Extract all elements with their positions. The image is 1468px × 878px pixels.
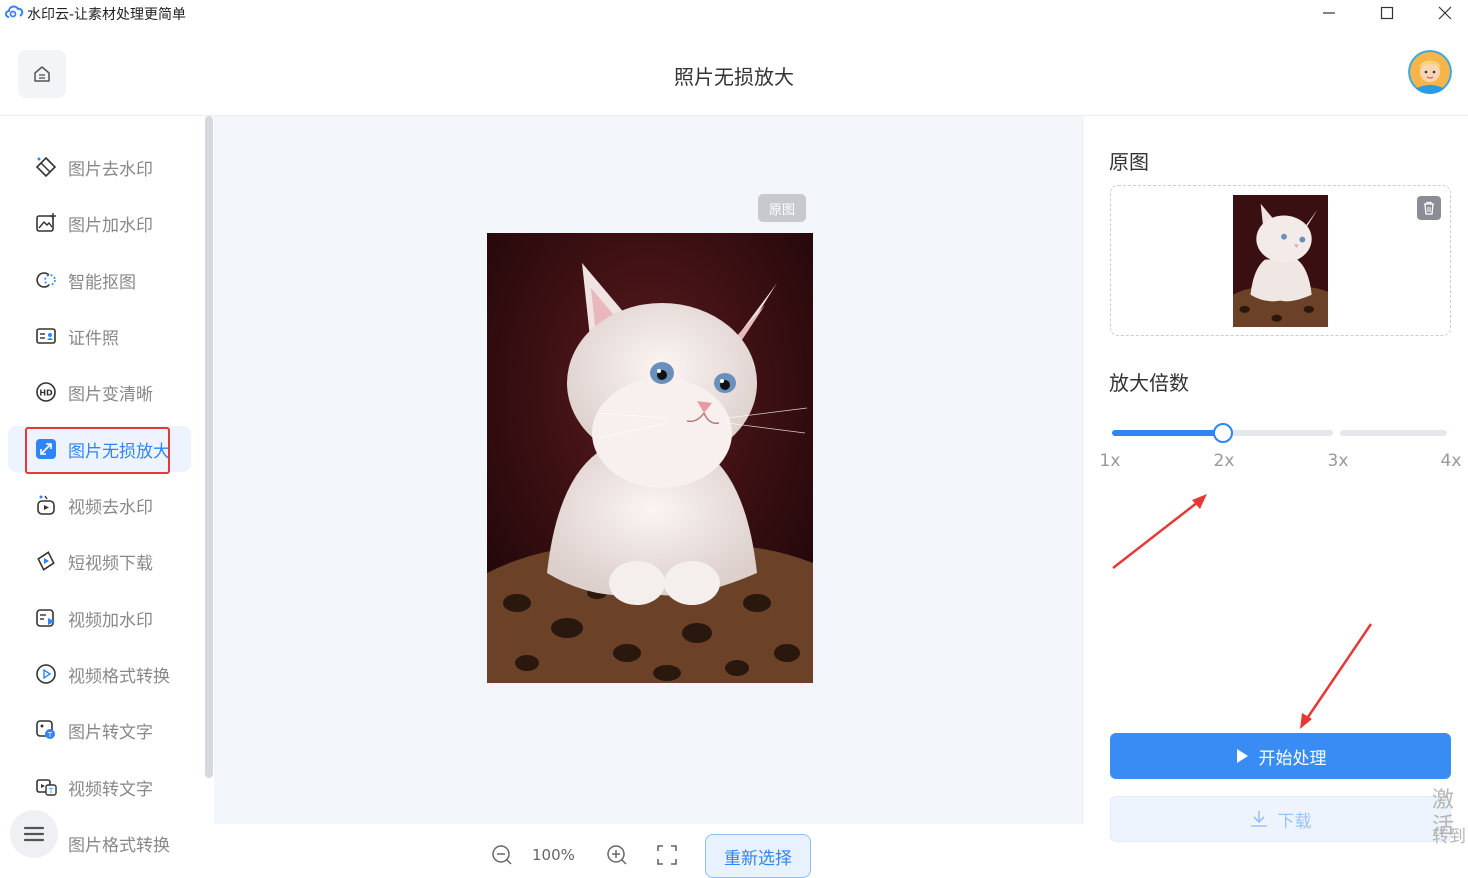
reselect-button[interactable]: 重新选择: [705, 834, 811, 878]
activation-watermark-subtext: 转到: [1432, 827, 1466, 847]
slider-segment: [1340, 430, 1447, 436]
svg-text:T: T: [47, 731, 53, 739]
original-thumbnail: [1233, 195, 1328, 327]
preview-canvas: 原图: [214, 116, 1084, 824]
sidebar-scrollbar[interactable]: [205, 116, 213, 778]
trash-icon: [1424, 201, 1434, 215]
sidebar-item-image-enlarge[interactable]: 图片无损放大: [8, 426, 191, 472]
svg-text:HD: HD: [39, 389, 53, 398]
menu-icon: [23, 826, 45, 842]
scale-heading: 放大倍数: [1109, 371, 1189, 395]
app-header: 照片无损放大: [0, 26, 1468, 116]
preview-toolbar: 100% 重新选择: [214, 824, 1084, 878]
eraser-icon: [34, 155, 58, 179]
scale-slider[interactable]: [1110, 418, 1450, 448]
sidebar-item-smart-cutout[interactable]: 智能抠图: [8, 257, 191, 303]
cutout-icon: [34, 268, 58, 292]
scale-option-1x[interactable]: 1x: [1090, 451, 1130, 471]
scale-option-4x[interactable]: 4x: [1431, 451, 1468, 471]
sidebar-item-video-add-watermark[interactable]: 视频加水印: [8, 595, 191, 641]
sidebar-item-image-add-watermark[interactable]: 图片加水印: [8, 200, 191, 246]
sidebar-item-video-remove-watermark[interactable]: 视频去水印: [8, 482, 191, 528]
scale-option-3x[interactable]: 3x: [1318, 451, 1358, 471]
fullscreen-icon: [657, 845, 677, 865]
sidebar-item-label: 图片转文字: [68, 722, 153, 743]
sidebar: 图片去水印 图片加水印 智能抠图 证件照 HD 图片变清晰 图片无损放大 视频去…: [0, 116, 214, 872]
maximize-icon: [1380, 6, 1394, 20]
sidebar-item-id-photo[interactable]: 证件照: [8, 313, 191, 359]
sidebar-item-image-to-text[interactable]: T 图片转文字: [8, 707, 191, 753]
preview-image: [487, 233, 813, 683]
minimize-icon: [1323, 12, 1335, 14]
page-title: 照片无损放大: [674, 65, 794, 89]
id-card-icon: [34, 324, 58, 348]
video-download-icon: [34, 549, 58, 573]
window-title: 水印云-让素材处理更简单: [27, 7, 187, 23]
download-icon: [1250, 811, 1267, 827]
close-button[interactable]: [1416, 0, 1468, 26]
slider-segment: [1226, 430, 1333, 436]
delete-button[interactable]: [1417, 196, 1441, 220]
sidebar-item-short-video-download[interactable]: 短视频下载: [8, 538, 191, 584]
video-text-icon: T: [34, 775, 58, 799]
original-thumbnail-box[interactable]: [1110, 185, 1451, 336]
sidebar-item-label: 图片去水印: [68, 159, 153, 180]
sidebar-item-video-to-text[interactable]: T 视频转文字: [8, 764, 191, 810]
sidebar-item-label: 图片格式转换: [68, 835, 170, 856]
sidebar-item-label: 视频去水印: [68, 497, 153, 518]
start-processing-label: 开始处理: [1258, 748, 1327, 769]
slider-thumb[interactable]: [1213, 423, 1233, 443]
fullscreen-button[interactable]: [654, 842, 680, 868]
sidebar-item-video-format-convert[interactable]: 视频格式转换: [8, 651, 191, 697]
sidebar-item-label: 视频转文字: [68, 779, 153, 800]
minimize-button[interactable]: [1300, 0, 1358, 26]
video-eraser-icon: [34, 493, 58, 517]
sidebar-item-label: 视频格式转换: [68, 666, 170, 687]
zoom-in-button[interactable]: [604, 842, 630, 868]
sidebar-item-label: 图片加水印: [68, 215, 153, 236]
close-icon: [1438, 6, 1452, 20]
sidebar-item-label: 智能抠图: [68, 272, 136, 293]
sidebar-item-label: 短视频下载: [68, 553, 153, 574]
sidebar-item-label: 视频加水印: [68, 610, 153, 631]
sidebar-item-label: 图片无损放大: [68, 441, 170, 462]
sidebar-item-image-sharpen[interactable]: HD 图片变清晰: [8, 369, 191, 415]
scale-option-2x[interactable]: 2x: [1204, 451, 1244, 471]
zoom-out-icon: [492, 845, 512, 865]
slider-fill: [1112, 430, 1223, 436]
svg-text:T: T: [48, 787, 54, 795]
zoom-level: 100%: [532, 846, 575, 864]
play-icon: [1236, 749, 1248, 763]
sidebar-item-label: 证件照: [68, 328, 119, 349]
sidebar-item-label: 图片变清晰: [68, 384, 153, 405]
image-text-icon: T: [34, 718, 58, 742]
zoom-out-button[interactable]: [489, 842, 515, 868]
hd-icon: HD: [34, 380, 58, 404]
download-label: 下载: [1277, 811, 1312, 832]
video-convert-icon: [34, 662, 58, 686]
original-badge: 原图: [758, 194, 806, 222]
video-add-icon: [34, 606, 58, 630]
original-heading: 原图: [1109, 150, 1149, 174]
download-button[interactable]: 下载: [1110, 796, 1451, 842]
avatar[interactable]: [1408, 50, 1452, 94]
start-processing-button[interactable]: 开始处理: [1110, 733, 1451, 779]
menu-toggle-button[interactable]: [10, 810, 58, 858]
app-logo-icon: [5, 5, 24, 18]
enlarge-icon: [34, 437, 58, 461]
maximize-button[interactable]: [1358, 0, 1416, 26]
settings-panel: 原图 放大倍数 1x 2x 3x 4x 开始处理 下载 激活 转到: [1084, 116, 1468, 872]
image-add-icon: [34, 211, 58, 235]
zoom-in-icon: [607, 845, 627, 865]
sidebar-item-image-remove-watermark[interactable]: 图片去水印: [8, 144, 191, 190]
title-bar: 水印云-让素材处理更简单: [0, 0, 1468, 26]
